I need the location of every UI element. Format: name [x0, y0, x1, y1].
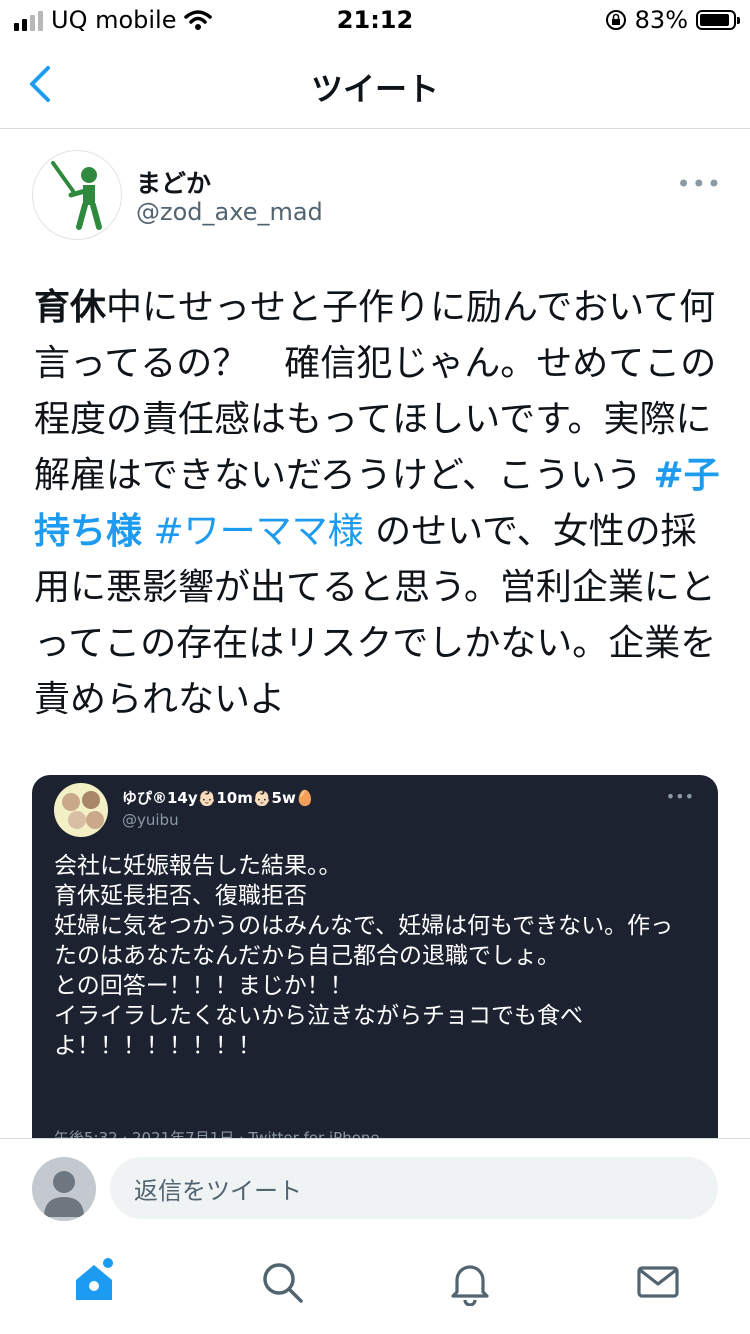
embed-author-handle: @yuibu [122, 811, 179, 829]
embed-author-name: ゆぴ®14y👶🏻10m👶🏻5w🥚 [122, 789, 315, 807]
more-options-icon[interactable]: ••• [677, 170, 722, 198]
bell-icon[interactable] [446, 1258, 494, 1306]
hashtag-link[interactable]: #ワーママ様 [153, 511, 363, 552]
embed-more-icon: ••• [665, 787, 694, 806]
embed-text: 会社に妊娠報告した結果。。 育休延長拒否、復職拒否 妊婦に気をつかうのはみんなで… [54, 851, 694, 1061]
reply-input[interactable]: 返信をツイート [110, 1157, 718, 1219]
battery-percent: 83% [634, 6, 688, 34]
tab-bar [0, 1238, 750, 1334]
reply-bar: 返信をツイート [0, 1138, 750, 1239]
tweet-text-part-2 [142, 511, 153, 552]
golfer-icon [51, 161, 102, 230]
tweet-text-part-1: 中にせっせと子作りに励んでおいて何言ってるの？ 確信犯じゃん。せめてこの程度の責… [34, 287, 717, 496]
embed-line: イライラしたくないから泣きながらチョコでも食べよ！！！！！！！！ [54, 1003, 583, 1059]
embed-line: 会社に妊娠報告した結果。。 [54, 853, 342, 879]
tweet-text-bold: 育休 [34, 287, 107, 328]
status-right: 83% [605, 6, 740, 34]
nav-bar: ツイート [0, 42, 750, 129]
user-avatar[interactable] [32, 1157, 96, 1221]
embed-line: 育休延長拒否、復職拒否 [54, 883, 307, 909]
home-icon[interactable] [70, 1258, 118, 1306]
tweet-text: 育休中にせっせと子作りに励んでおいて何言ってるの？ 確信犯じゃん。せめてこの程度… [34, 280, 724, 728]
author-avatar[interactable] [32, 150, 122, 240]
author-name[interactable]: まどか [136, 164, 211, 200]
embed-line: との回答ー！！！まじか！！ [54, 973, 353, 999]
author-handle[interactable]: @zod_axe_mad [136, 198, 323, 226]
envelope-icon[interactable] [634, 1258, 682, 1306]
embed-line: 妊婦に気をつかうのはみんなで、妊婦は何もできない。作ったのはあなたなんだから自己… [54, 913, 674, 969]
embed-avatar [54, 783, 108, 837]
status-bar: UQ mobile 21:12 83% [0, 0, 750, 42]
battery-icon [696, 10, 740, 30]
rotation-lock-icon [605, 10, 626, 30]
tweet-author: まどか @zod_axe_mad ••• [32, 150, 722, 242]
default-user-icon [44, 1171, 84, 1217]
search-icon[interactable] [258, 1258, 306, 1306]
attached-image[interactable]: ゆぴ®14y👶🏻10m👶🏻5w🥚 @yuibu ••• 会社に妊娠報告した結果。… [32, 775, 718, 1145]
page-title: ツイート [310, 70, 439, 108]
